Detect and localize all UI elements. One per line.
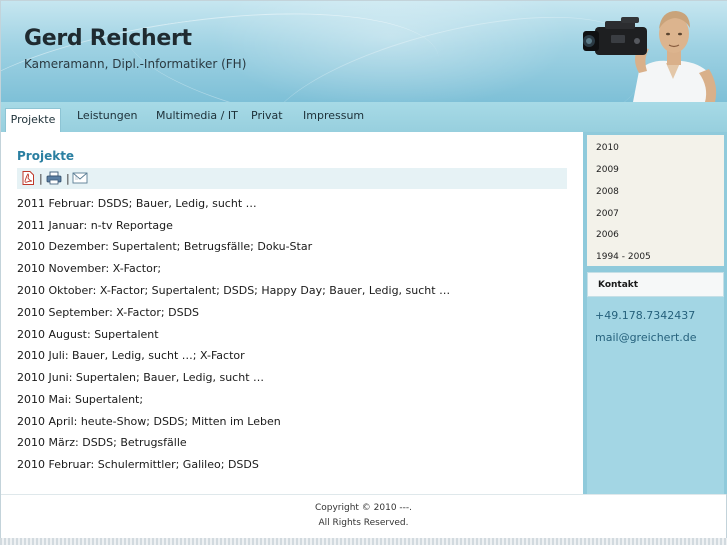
contact-header: Kontakt: [587, 272, 724, 297]
tab-leistungen[interactable]: Leistungen: [77, 109, 137, 122]
toolbar-separator: |: [66, 172, 70, 185]
footer-copyright: Copyright © 2010 ---.: [314, 503, 413, 513]
year-link-2009[interactable]: 2009: [596, 165, 619, 175]
tab-multimedia-it[interactable]: Multimedia / IT: [156, 109, 238, 122]
footer: Copyright © 2010 ---. All Rights Reserve…: [1, 494, 726, 539]
project-entry: 2011 Februar: DSDS; Bauer, Ledig, sucht …: [17, 197, 257, 210]
main-content: Projekte | | 2011 Februar: DSDS; Bauer, …: [1, 132, 583, 494]
print-icon[interactable]: [46, 171, 62, 185]
project-entry: 2010 November: X-Factor;: [17, 262, 162, 275]
tab-impressum[interactable]: Impressum: [303, 109, 364, 122]
project-entry: 2010 Februar: Schulermittler; Galileo; D…: [17, 458, 259, 471]
content-toolbar: | |: [17, 168, 567, 189]
project-entry: 2010 Mai: Supertalent;: [17, 393, 144, 406]
tab-privat[interactable]: Privat: [251, 109, 283, 122]
contact-box: Kontakt +49.178.7342437 mail@greichert.d…: [587, 272, 724, 494]
project-entry: 2010 Juli: Bauer, Ledig, sucht …; X-Fact…: [17, 349, 245, 362]
email-icon[interactable]: [72, 171, 88, 185]
project-entry: 2010 April: heute-Show; DSDS; Mitten im …: [17, 415, 281, 428]
project-entry: 2010 September: X-Factor; DSDS: [17, 306, 200, 319]
year-link-2010[interactable]: 2010: [596, 143, 619, 153]
project-entry: 2010 August: Supertalent: [17, 328, 159, 341]
contact-email-link[interactable]: mail@greichert.de: [595, 331, 697, 344]
site-subtitle: Kameramann, Dipl.-Informatiker (FH): [24, 57, 247, 71]
toolbar-separator: |: [39, 172, 43, 185]
header-banner: Gerd Reichert Kameramann, Dipl.-Informat…: [1, 1, 727, 102]
year-archive: 2010 2009 2008 2007 2006 1994 - 2005: [587, 135, 724, 266]
contact-phone: +49.178.7342437: [595, 309, 696, 322]
page-bottom-strip: [0, 538, 727, 545]
project-entry: 2010 Oktober: X-Factor; Supertalent; DSD…: [17, 284, 451, 297]
year-link-2007[interactable]: 2007: [596, 209, 619, 219]
project-entry: 2010 Juni: Supertalen; Bauer, Ledig, suc…: [17, 371, 265, 384]
tab-projekte[interactable]: Projekte: [5, 108, 61, 132]
project-entry: 2010 März: DSDS; Betrugsfälle: [17, 436, 187, 449]
year-link-2006[interactable]: 2006: [596, 230, 619, 240]
pdf-icon[interactable]: [21, 171, 35, 185]
site-title: Gerd Reichert: [24, 26, 192, 51]
project-entry: 2010 Dezember: Supertalent; Betrugsfälle…: [17, 240, 313, 253]
page: Gerd Reichert Kameramann, Dipl.-Informat…: [0, 0, 727, 539]
contact-title: Kontakt: [598, 280, 639, 290]
year-link-1994-2005[interactable]: 1994 - 2005: [596, 252, 651, 262]
year-link-2008[interactable]: 2008: [596, 187, 619, 197]
main-navigation: Projekte Leistungen Multimedia / IT Priv…: [1, 102, 727, 133]
project-entry: 2011 Januar: n-tv Reportage: [17, 219, 173, 232]
page-title: Projekte: [17, 149, 75, 163]
sidebar: 2010 2009 2008 2007 2006 1994 - 2005 Kon…: [583, 132, 727, 494]
footer-rights: All Rights Reserved.: [318, 518, 409, 528]
cameraman-photo: [583, 11, 717, 102]
